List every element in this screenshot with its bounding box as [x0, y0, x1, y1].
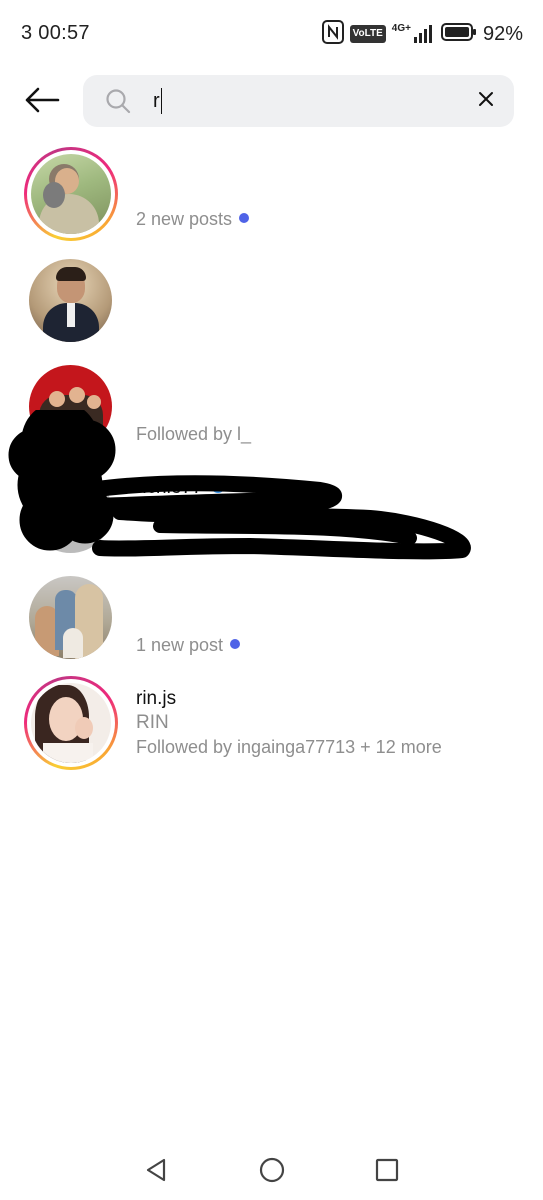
- result-username: richie77: [136, 476, 225, 500]
- search-icon: [105, 88, 131, 119]
- story-ring[interactable]: [24, 676, 118, 770]
- search-result-row[interactable]: [0, 255, 543, 365]
- result-subtitle: 1 new post: [136, 633, 241, 657]
- avatar: [31, 154, 111, 234]
- result-subtitle: Followed by l_: [136, 424, 252, 444]
- clear-search-button[interactable]: [474, 89, 498, 113]
- avatar: [29, 470, 112, 553]
- recents-square-icon: [375, 1158, 399, 1187]
- result-full-name: RIN: [136, 712, 169, 733]
- nav-back-button[interactable]: [141, 1157, 171, 1187]
- nav-recents-button[interactable]: [372, 1157, 402, 1187]
- avatar: [29, 259, 112, 342]
- story-ring[interactable]: [24, 147, 118, 241]
- home-circle-icon: [259, 1157, 285, 1188]
- search-result-row[interactable]: rin.js RIN Followed by ingainga77713 + 1…: [0, 674, 543, 784]
- back-arrow-icon: [24, 87, 60, 118]
- search-input[interactable]: r: [153, 88, 163, 114]
- avatar: [29, 365, 112, 448]
- search-result-row[interactable]: 1 new post: [0, 574, 543, 684]
- result-subtitle: Followed by ingainga77713 + 12 more: [136, 737, 442, 757]
- text-caret: [160, 88, 163, 114]
- search-result-row[interactable]: richie77 Richard A: [0, 468, 543, 578]
- battery-icon: [440, 22, 477, 47]
- status-icons: VoLTE 4G+ 92%: [321, 19, 523, 49]
- back-button[interactable]: [20, 80, 64, 124]
- new-post-dot: [230, 639, 241, 649]
- result-subtitle: 2 new posts: [136, 207, 250, 231]
- result-full-name: Richard A: [136, 501, 219, 522]
- system-nav-bar: [0, 1140, 543, 1200]
- status-time: 3 00:57: [21, 22, 90, 44]
- network-type-label: 4G+: [391, 23, 411, 34]
- search-result-row[interactable]: Followed by l_: [0, 363, 543, 473]
- clear-icon: [478, 91, 494, 112]
- search-query-text: r: [153, 90, 160, 112]
- avatar: [31, 683, 111, 763]
- status-bar: 3 00:57 VoLTE 4G+ 92%: [0, 0, 543, 70]
- result-username: rin.js: [136, 688, 177, 709]
- back-triangle-icon: [145, 1158, 167, 1187]
- verified-badge-icon: [210, 479, 225, 493]
- search-result-row[interactable]: 2 new posts: [0, 143, 543, 253]
- search-bar[interactable]: r: [83, 75, 514, 127]
- 4g-signal-icon: 4G+: [392, 24, 435, 44]
- avatar: [29, 576, 112, 659]
- volte-icon: VoLTE: [349, 25, 386, 43]
- nfc-icon: [321, 19, 344, 49]
- battery-percent: 92%: [482, 22, 523, 45]
- nav-home-button[interactable]: [257, 1157, 287, 1187]
- new-post-dot: [239, 213, 250, 223]
